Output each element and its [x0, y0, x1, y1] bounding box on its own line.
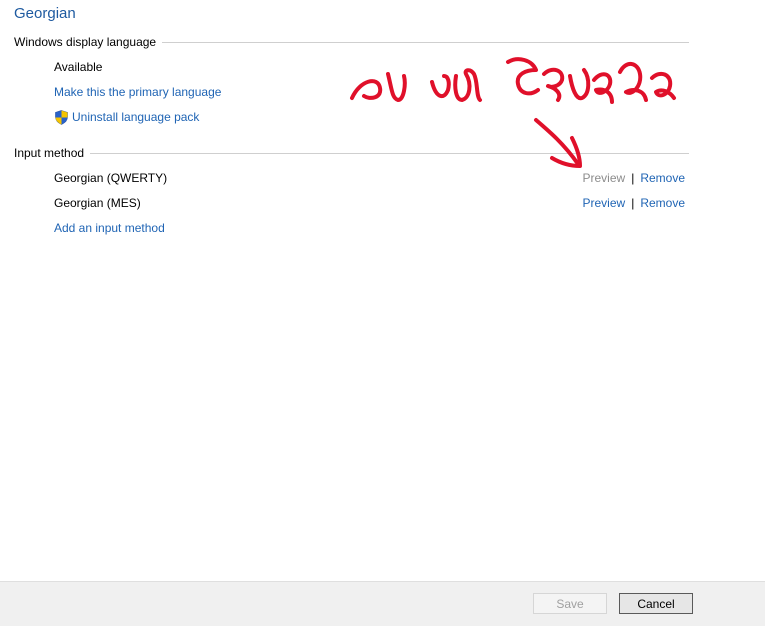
- remove-link-mes[interactable]: Remove: [640, 196, 685, 210]
- input-method-name: Georgian (QWERTY): [54, 171, 168, 185]
- uninstall-language-pack-link[interactable]: Uninstall language pack: [72, 110, 199, 124]
- make-primary-row: Make this the primary language: [54, 84, 221, 100]
- remove-link-qwerty[interactable]: Remove: [640, 171, 685, 185]
- save-button[interactable]: Save: [533, 593, 607, 614]
- section-divider: [90, 152, 689, 154]
- cancel-button[interactable]: Cancel: [619, 593, 693, 614]
- input-method-header-label: Input method: [14, 146, 85, 160]
- input-method-row-qwerty: Georgian (QWERTY): [54, 170, 167, 186]
- input-method-row-mes: Georgian (MES): [54, 195, 141, 211]
- add-input-method-row: Add an input method: [54, 220, 165, 236]
- input-method-actions-qwerty: Preview | Remove: [583, 170, 686, 186]
- dialog-footer: Save Cancel: [0, 581, 765, 626]
- action-separator: |: [631, 196, 635, 210]
- make-primary-language-link[interactable]: Make this the primary language: [54, 85, 221, 99]
- section-divider: [162, 41, 689, 43]
- page-title: Georgian: [14, 5, 76, 22]
- input-method-section-header: Input method: [14, 145, 689, 161]
- display-language-status-row: Available: [54, 59, 102, 75]
- preview-link-mes[interactable]: Preview: [583, 196, 626, 210]
- input-method-actions-mes: Preview | Remove: [583, 195, 686, 211]
- input-method-name: Georgian (MES): [54, 196, 141, 210]
- display-language-header-label: Windows display language: [14, 35, 157, 49]
- display-language-status: Available: [54, 60, 103, 74]
- add-input-method-link[interactable]: Add an input method: [54, 221, 165, 235]
- action-separator: |: [631, 171, 635, 185]
- uninstall-row[interactable]: Uninstall language pack: [54, 109, 199, 125]
- preview-link-qwerty[interactable]: Preview: [583, 171, 626, 185]
- display-language-section-header: Windows display language: [14, 34, 689, 50]
- uac-shield-icon: [54, 109, 69, 125]
